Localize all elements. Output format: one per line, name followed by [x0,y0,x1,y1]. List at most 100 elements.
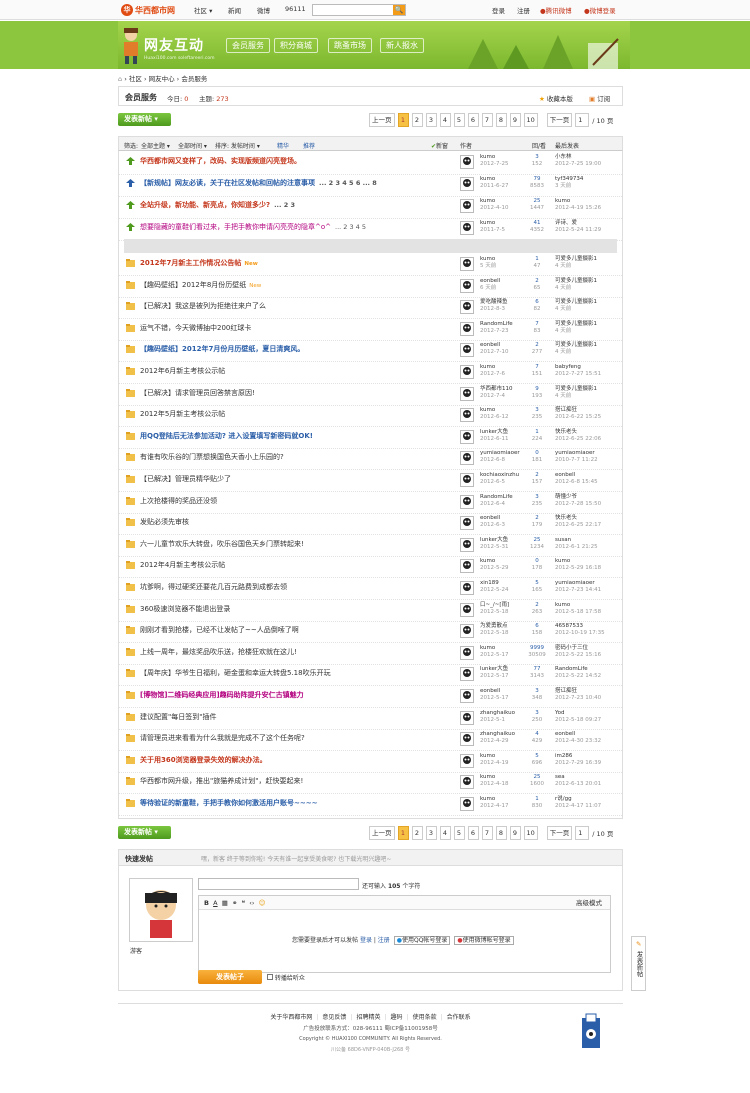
pager-page[interactable]: 4 [439,826,451,840]
last-poster[interactable]: kumo [555,602,601,609]
thread-title-link[interactable]: 有谁有吹乐谷的门票想换国色天香小上乐园的? [140,452,284,462]
last-post-time[interactable]: 2012-5-22 14:52 [555,673,601,680]
reply-count[interactable]: 2 [522,278,552,285]
thread-title-link[interactable]: [博物馆]二维码经典应用]趣码助阵提升安仁古镇魅力 [140,690,304,700]
table-row[interactable]: 华西都市网升级，推出"旅猫养成计划"，赶快耍起来! kumo 2012-4-18 25… [119,773,622,795]
thread-title-link[interactable]: 【已解决】请求管理员回答禁言原因! [140,388,255,398]
last-poster[interactable]: yumiaomiaoer [555,450,598,457]
table-row[interactable]: 2012年5月新主考核公示帖 kumo 2012-6-12 3 235 搭讧痴狂 2012-… [119,406,622,428]
weibo-login-button[interactable]: ●使用微博帐号登录 [454,936,514,945]
sticky-thread-row[interactable]: 全站升级，新功能、新亮点，你知道多少?... 2 3 kumo 2012-4-10 2… [119,197,622,219]
reply-count[interactable]: 3 [522,154,552,161]
footer-link[interactable]: 使用条款 [413,1014,437,1021]
reply-count[interactable]: 3 [522,688,552,695]
author-name[interactable]: RandomLife [480,494,513,501]
last-post-time[interactable]: 4 天前 [555,328,597,335]
table-row[interactable]: 发贴必须先审核 eonbell 2012-6-3 2 179 快乐老头 2012-6-25 … [119,514,622,536]
last-post-time[interactable]: 2012-7-28 15:50 [555,501,601,508]
thread-title-link[interactable]: 【趣码壁纸】2012年7月份月历壁纸，夏日清爽风。 [140,344,304,354]
thread-title-text[interactable]: 上线一周年，最炫奖品吹乐送，抢楼狂欢就在这儿! [140,648,297,656]
pager-next[interactable]: 下一页 [546,113,573,127]
author-name[interactable]: 为爱勇散点 [480,623,508,630]
thread-title-text[interactable]: 建议配置"每日签到"插件 [140,713,216,721]
pager-page[interactable]: 7 [481,113,493,127]
thread-title-text[interactable]: 360极速浏览器不能退出登录 [140,605,230,613]
thread-title-link[interactable]: 坑爹啊，得过硬奖还要花几百元路费到成都去领 [140,582,287,592]
last-post-time[interactable]: 2012-6-25 22:06 [555,436,601,443]
author-avatar[interactable] [460,408,474,423]
thread-title-text[interactable]: 2012年4月新主考核公示帖 [140,561,225,569]
last-poster[interactable]: Yod [555,710,601,717]
table-row[interactable]: 360极速浏览器不能退出登录 口~_/~[雨] 2012-5-18 2 263 kumo 2… [119,601,622,622]
font-color-icon[interactable]: A [213,899,217,907]
last-post-time[interactable]: 4 天前 [555,306,597,313]
author-avatar[interactable] [460,365,474,379]
last-poster[interactable]: kumo [555,558,601,565]
last-poster[interactable]: RandomLife [555,666,601,673]
login-link[interactable]: 登录 [492,5,505,15]
pager-prev[interactable]: 上一页 [369,826,395,840]
new-window-checkbox[interactable]: ✔新窗 [431,141,448,150]
pager-page[interactable]: 8 [495,826,507,840]
pager-page[interactable]: 5 [453,113,465,127]
pager-input[interactable]: 1 [575,826,590,840]
reply-count[interactable]: 1 [522,429,552,436]
reply-count[interactable]: 2 [522,342,552,349]
register-link-editor[interactable]: 注册 [378,937,390,944]
last-post-time[interactable]: 2012-7-27 15:51 [555,371,601,378]
author-avatar[interactable] [460,797,474,811]
pager-page[interactable]: 5 [453,826,465,840]
author-avatar[interactable] [460,645,474,660]
reply-count[interactable]: 25 [522,198,552,205]
digest-filter[interactable]: 精华 [277,141,289,150]
table-row[interactable]: 2012年7月新主工作情况公告帖 New kumo 5 天前 1 47 可爱多儿童摄影1 4 … [119,255,622,276]
thread-title-text[interactable]: 2012年7月新主工作情况公告帖 [140,259,241,267]
nav-weibo[interactable]: 微博 [257,5,270,15]
last-poster[interactable]: eonbell [555,472,598,479]
footer-link[interactable]: 合作联系 [447,1014,471,1021]
table-row[interactable]: 上线一周年，最炫奖品吹乐送，抢楼狂欢就在这儿! kumo 2012-5-17 9999… [119,644,622,665]
search-input[interactable]: 🔍 [312,4,406,16]
author-name[interactable]: kochiaoxinzhu [480,472,519,479]
last-post-time[interactable]: 4 天前 [555,393,597,400]
home-icon[interactable]: ⌂ [118,75,122,83]
author-avatar[interactable] [460,602,474,617]
login-link-editor[interactable]: 登录 [360,937,372,944]
author-avatar[interactable] [460,710,474,725]
author-avatar[interactable] [460,451,474,466]
pager-page[interactable]: 6 [467,113,479,127]
table-row[interactable]: 有谁有吹乐谷的门票想换国色天香小上乐园的? yumiaomiaoer 2012-6-… [119,449,622,471]
thread-page-links[interactable]: ... 2 3 4 5 [335,223,366,231]
pager-page[interactable]: 3 [425,113,437,127]
submit-post-button[interactable]: 发表帖子 [198,970,262,984]
thread-title-link[interactable]: 【新规帖】网友必读，关于在社区发帖和回帖的注意事项 ... 2 3 4 5 6 .… [140,178,377,188]
author-name[interactable]: 爱吃酸辣鱼 [480,299,508,306]
reply-count[interactable]: 3 [522,710,552,717]
last-poster[interactable]: 萌懂少爷 [555,494,601,501]
thread-title-text[interactable]: 六一儿童节欢乐大转盘，吹乐谷国色天乡门票转起来! [140,540,304,548]
thread-title-link[interactable]: 关于用360浏览器登录失效的解决办法。 [140,755,267,765]
reply-count[interactable]: 2 [522,602,552,609]
last-post-time[interactable]: 2012-5-22 15:16 [555,652,601,659]
author-name[interactable]: kumo [480,198,508,205]
thread-title-link[interactable]: 等待验证的新童鞋，手把手教你如何激活用户账号~~~~ [140,798,317,808]
new-post-button[interactable]: 发表新帖 ▾ [118,113,171,126]
table-row[interactable]: 坑爹啊，得过硬奖还要花几百元路费到成都去领 xin189 2012-5-24 5 165… [119,579,622,600]
last-poster[interactable]: 小东林 [555,154,601,161]
author-avatar[interactable] [460,257,474,271]
table-row[interactable]: 刚刚才看到抢楼，已经不让发帖了~~人品倒嗦了啊 为爱勇散点 2012-5-18 6 15… [119,622,622,644]
thread-title-text[interactable]: 华西都市网升级，推出"旅猫养成计划"，赶快耍起来! [140,777,303,785]
sort-select[interactable]: 排序: 发帖时间 ▾ [215,141,260,150]
author-avatar[interactable] [460,155,474,169]
advanced-mode-link[interactable]: 高级模式 [576,896,602,910]
footer-link[interactable]: 关于华西都市网 [270,1014,312,1021]
table-row[interactable]: 关于用360浏览器登录失效的解决办法。 kumo 2012-4-19 5 696 im28… [119,752,622,773]
author-name[interactable]: 口~_/~[雨] [480,602,509,609]
author-name[interactable]: kumo [480,220,505,227]
author-avatar[interactable] [460,199,474,213]
thread-title-text[interactable]: 用QQ登陆后无法参加活动? 进入设置填写新密码就OK! [140,432,313,440]
last-post-time[interactable]: 2012-6-1 21:25 [555,544,598,551]
thread-title-link[interactable]: 发贴必须先审核 [140,517,189,527]
thread-title-link[interactable]: 【趣码壁纸】2012年8月份历壁纸 New [140,280,261,290]
site-logo[interactable]: 华 华西都市网 [121,3,175,17]
